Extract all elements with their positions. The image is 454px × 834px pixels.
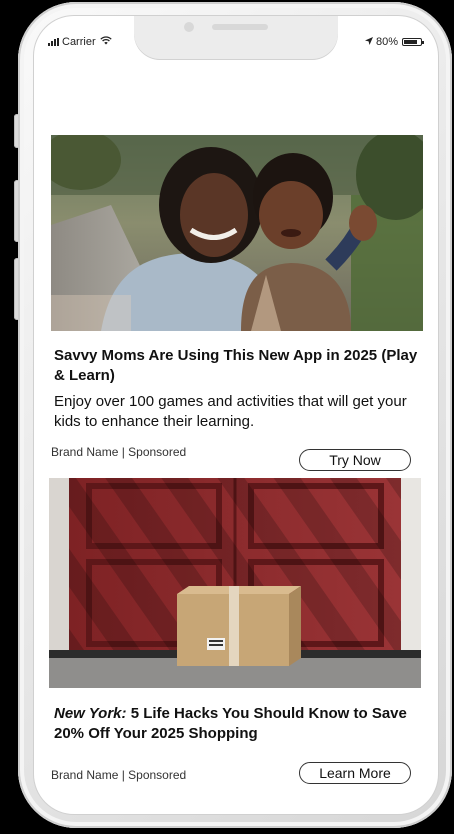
try-now-button[interactable]: Try Now (299, 449, 411, 471)
ad-meta-2: Brand Name | Sponsored (51, 768, 187, 782)
ad-meta-1: Brand Name | Sponsored (51, 445, 187, 459)
ad-body-1: Enjoy over 100 games and activities that… (54, 393, 407, 430)
ad-title-2[interactable]: New York: 5 Life Hacks You Should Know t… (54, 704, 422, 744)
status-bar-left: Carrier (48, 36, 112, 48)
location-arrow-icon (364, 36, 373, 48)
notch (134, 16, 338, 60)
mother-and-child-photo-icon (51, 135, 423, 331)
learn-more-button[interactable]: Learn More (299, 762, 411, 784)
battery-percent: 80% (375, 36, 398, 48)
ad-image-package-door[interactable] (49, 478, 421, 688)
phone-screen: Carrier 80% Savvy Moms Are Using This Ne… (34, 16, 438, 814)
app-stage: Carrier 80% Savvy Moms Are Using This Ne… (0, 0, 454, 834)
carrier-label: Carrier (62, 36, 96, 48)
ad-title-2-location: New York: (54, 705, 127, 722)
status-bar-right: 80% (364, 36, 424, 48)
wifi-icon (99, 36, 112, 48)
camera-icon (184, 22, 194, 32)
speaker-icon (212, 24, 268, 30)
signal-icon (48, 38, 59, 46)
ad-image-mother-child[interactable] (51, 135, 423, 331)
package-at-red-door-photo-icon (49, 478, 421, 688)
ad-title-1[interactable]: Savvy Moms Are Using This New App in 202… (54, 346, 422, 386)
battery-icon (402, 38, 424, 46)
